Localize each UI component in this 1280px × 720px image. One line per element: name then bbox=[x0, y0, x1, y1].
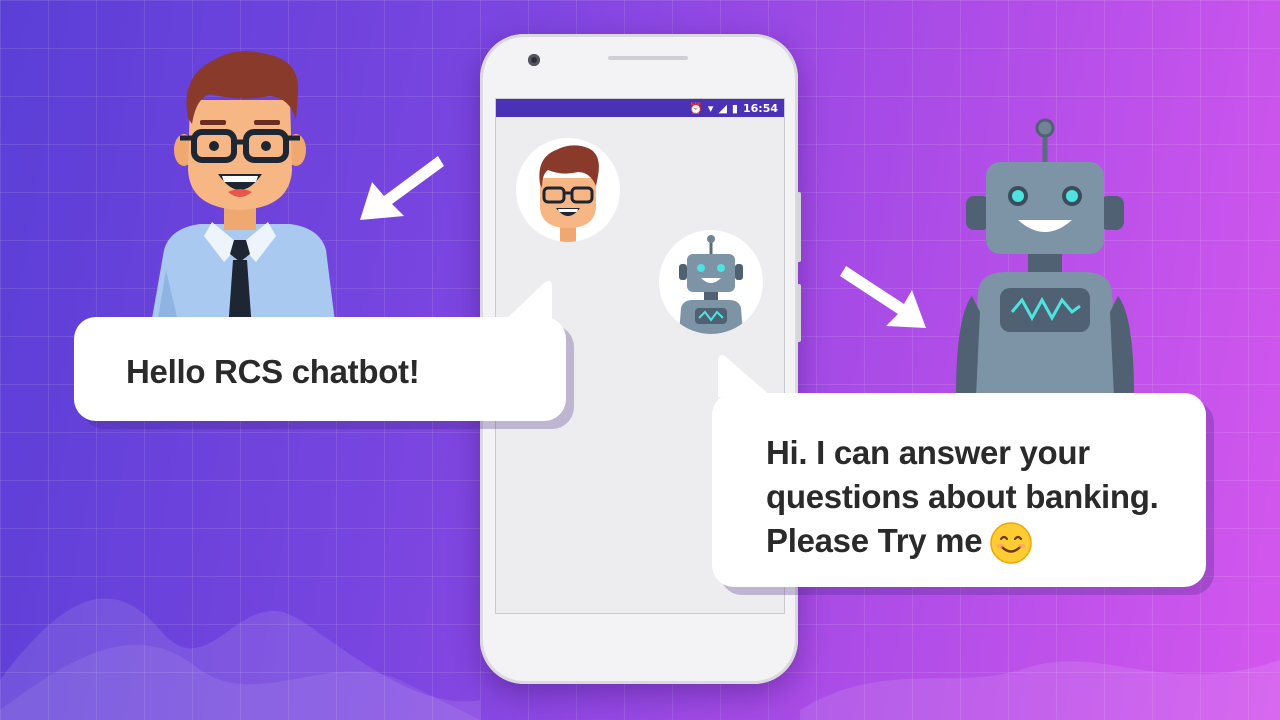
wifi-icon: ▾ bbox=[707, 101, 714, 115]
user-message-text: Hello RCS chatbot! bbox=[126, 353, 420, 390]
signal-icon: ◢ bbox=[718, 101, 727, 115]
arrow-to-user-avatar-icon bbox=[360, 156, 444, 220]
bot-message-line-with-emoji: Please Try me bbox=[766, 519, 1158, 565]
status-bar: ⏰ ▾ ◢ ▮ 16:54 bbox=[496, 99, 784, 117]
earpiece-speaker bbox=[608, 56, 688, 60]
arrow-to-robot-icon bbox=[840, 266, 926, 328]
volume-button bbox=[797, 284, 801, 342]
bubble-tail bbox=[718, 355, 772, 397]
front-camera bbox=[528, 54, 540, 66]
user-avatar bbox=[516, 138, 620, 242]
bot-message-bubble: Hi. I can answer your questions about ba… bbox=[712, 355, 1206, 587]
bot-message-line: Please Try me bbox=[766, 522, 983, 559]
status-time: 16:54 bbox=[742, 101, 778, 115]
battery-icon: ▮ bbox=[731, 101, 738, 115]
robot-avatar bbox=[659, 230, 763, 334]
power-button bbox=[797, 192, 801, 262]
bot-message-line: questions about banking. bbox=[766, 478, 1159, 515]
smiling-face-emoji-icon bbox=[990, 522, 1033, 565]
bubble-tail bbox=[504, 280, 552, 321]
bot-message-text: Hi. I can answer your questions about ba… bbox=[766, 431, 1159, 565]
bot-message-line: Hi. I can answer your bbox=[766, 434, 1090, 471]
alarm-icon: ⏰ bbox=[689, 101, 703, 115]
robot-character-illustration bbox=[956, 118, 1134, 396]
man-character-illustration bbox=[150, 51, 336, 330]
user-message-bubble: Hello RCS chatbot! bbox=[74, 280, 566, 421]
